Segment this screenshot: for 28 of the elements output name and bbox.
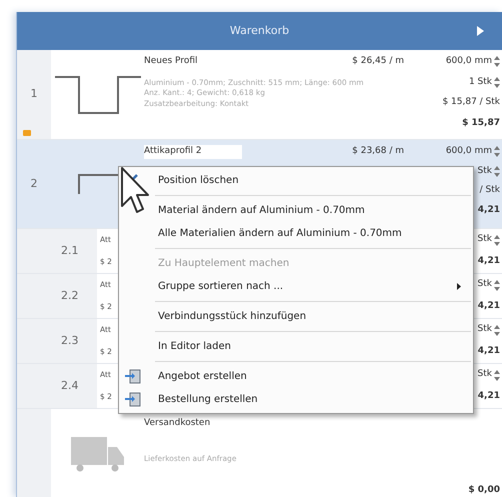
position-number: 2.1 xyxy=(61,242,78,259)
shipping-total: $ 0,00 xyxy=(468,484,501,496)
length-value: 600,0 mm xyxy=(446,55,492,68)
unit-price: $ 15,87 / Stk xyxy=(442,96,500,109)
position-number: 1 xyxy=(30,86,38,102)
position-number: 2.3 xyxy=(61,332,78,349)
quantity-value: Stk xyxy=(478,233,492,246)
quantity-value: 1 Stk xyxy=(468,76,492,88)
quantity-value: Stk xyxy=(478,323,492,336)
unit-price: / Stk xyxy=(480,184,500,197)
length-value: 600,0 mm xyxy=(446,145,492,158)
quantity-value: Stk xyxy=(478,368,492,382)
item-total: 4,21 xyxy=(478,345,500,358)
item-total: 4,21 xyxy=(478,204,500,216)
position-number: 2 xyxy=(30,176,38,192)
panel-title: Warenkorb xyxy=(230,22,290,39)
item-total: 4,21 xyxy=(478,390,500,404)
quantity-value: Stk xyxy=(478,278,492,292)
position-number: 2.4 xyxy=(61,378,78,394)
item-name: Attikaprofil 2 xyxy=(144,145,242,158)
shipping-title: Versandkosten xyxy=(144,417,212,430)
price-per-meter: $ 23,68 / m xyxy=(352,145,404,158)
position-number: 2.2 xyxy=(61,288,78,304)
quantity-value: Stk xyxy=(478,164,492,178)
item-total: 4,21 xyxy=(478,255,500,268)
item-total: 4,21 xyxy=(478,300,500,314)
item-total: $ 15,87 xyxy=(462,116,500,130)
price-per-meter: $ 26,45 / m xyxy=(352,55,404,68)
